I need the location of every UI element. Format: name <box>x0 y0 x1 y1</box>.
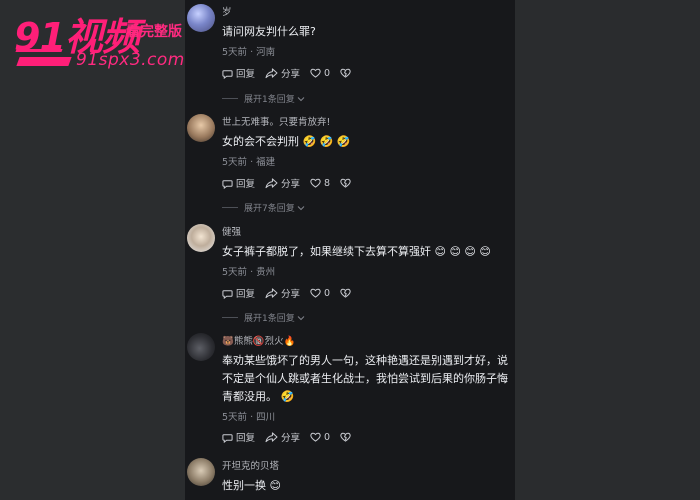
share-icon <box>265 67 278 78</box>
chevron-down-icon <box>297 205 305 210</box>
watermark-stripe <box>16 57 72 66</box>
comment-actions: 回复 分享 8 <box>222 176 364 190</box>
heart-icon <box>310 178 321 188</box>
like-button[interactable]: 0 <box>310 288 330 299</box>
divider <box>222 98 238 99</box>
share-label: 分享 <box>281 433 301 444</box>
like-button[interactable]: 0 <box>310 432 330 443</box>
expand-replies-button[interactable]: 展开1条回复 <box>185 92 515 105</box>
comment-text: 女子裤子都脱了，如果继续下去算不算强奸 😊 😊 😊 😊 <box>222 245 491 258</box>
expand-replies-label: 展开1条回复 <box>244 95 295 105</box>
expand-replies-button[interactable]: 展开1条回复 <box>185 311 515 324</box>
share-button[interactable]: 分享 <box>265 286 300 300</box>
right-backdrop <box>515 0 700 500</box>
reply-button[interactable]: 回复 <box>222 66 255 80</box>
comment-actions: 回复 分享 0 <box>222 286 364 300</box>
reply-label: 回复 <box>236 69 256 80</box>
reply-button[interactable]: 回复 <box>222 176 255 190</box>
avatar[interactable] <box>187 333 215 361</box>
share-label: 分享 <box>281 289 301 300</box>
dislike-button[interactable] <box>340 432 354 442</box>
watermark: 91视频 看完整版 91spx3.com <box>8 6 218 70</box>
avatar[interactable] <box>187 114 215 142</box>
like-button[interactable]: 8 <box>310 178 330 189</box>
comment-text: 奉劝某些饿坏了的男人一句，这种艳遇还是别遇到才好，说不定是个仙人跳或者生化战士，… <box>222 354 508 403</box>
heart-icon <box>310 68 321 78</box>
comment-username[interactable]: 世上无难事。只要肯放弃! <box>222 114 330 128</box>
avatar[interactable] <box>187 224 215 252</box>
share-icon <box>265 287 278 298</box>
comment-text: 性别一换 😊 <box>222 479 281 492</box>
reply-button[interactable]: 回复 <box>222 286 255 300</box>
comment-meta: 5天前 · 河南 <box>222 47 276 58</box>
reply-icon <box>222 289 233 299</box>
like-count: 8 <box>324 177 331 189</box>
share-icon <box>265 177 278 188</box>
dislike-button[interactable] <box>340 178 354 188</box>
share-label: 分享 <box>281 179 301 190</box>
divider <box>222 317 238 318</box>
expand-replies-label: 展开1条回复 <box>244 314 295 324</box>
share-label: 分享 <box>281 69 301 80</box>
reply-button[interactable]: 回复 <box>222 430 255 444</box>
comment-username[interactable]: 🐻熊熊🔞烈火🔥 <box>222 333 296 347</box>
watermark-stripe <box>15 49 63 52</box>
reply-icon <box>222 69 233 79</box>
share-icon <box>265 431 278 442</box>
watermark-url: 91spx3.com <box>76 50 185 70</box>
chevron-down-icon <box>297 315 305 320</box>
comment-meta: 5天前 · 四川 <box>222 412 276 423</box>
comment-username[interactable]: 健强 <box>222 224 241 238</box>
share-button[interactable]: 分享 <box>265 430 300 444</box>
like-count: 0 <box>324 287 331 299</box>
reply-label: 回复 <box>236 179 256 190</box>
broken-heart-icon <box>340 178 351 188</box>
avatar[interactable] <box>187 458 215 486</box>
comment-meta: 5天前 · 福建 <box>222 157 276 168</box>
comment-text: 请问网友判什么罪? <box>222 25 316 38</box>
heart-icon <box>310 288 321 298</box>
comment-username[interactable]: 开坦克的贝塔 <box>222 458 279 472</box>
reply-icon <box>222 433 233 443</box>
comment-text: 女的会不会判刑 🤣 🤣 🤣 <box>222 135 351 148</box>
dislike-button[interactable] <box>340 288 354 298</box>
reply-label: 回复 <box>236 289 256 300</box>
comment-meta: 5天前 · 贵州 <box>222 267 276 278</box>
like-count: 0 <box>324 431 331 443</box>
chevron-down-icon <box>297 96 305 101</box>
like-count: 0 <box>324 67 331 79</box>
broken-heart-icon <box>340 288 351 298</box>
dislike-button[interactable] <box>340 68 354 78</box>
divider <box>222 207 238 208</box>
watermark-tagline: 看完整版 <box>126 24 182 40</box>
comment-panel[interactable]: 岁 请问网友判什么罪? 5天前 · 河南 回复 分享 0 展开1条回复 世上无难… <box>185 0 515 500</box>
expand-replies-label: 展开7条回复 <box>244 204 295 214</box>
reply-label: 回复 <box>236 433 256 444</box>
expand-replies-button[interactable]: 展开7条回复 <box>185 201 515 214</box>
reply-icon <box>222 179 233 189</box>
comment-actions: 回复 分享 0 <box>222 430 364 444</box>
broken-heart-icon <box>340 432 351 442</box>
comment-actions: 回复 分享 0 <box>222 66 364 80</box>
left-backdrop <box>0 0 185 500</box>
share-button[interactable]: 分享 <box>265 66 300 80</box>
like-button[interactable]: 0 <box>310 68 330 79</box>
comment-username[interactable]: 岁 <box>222 4 232 18</box>
share-button[interactable]: 分享 <box>265 176 300 190</box>
broken-heart-icon <box>340 68 351 78</box>
heart-icon <box>310 432 321 442</box>
